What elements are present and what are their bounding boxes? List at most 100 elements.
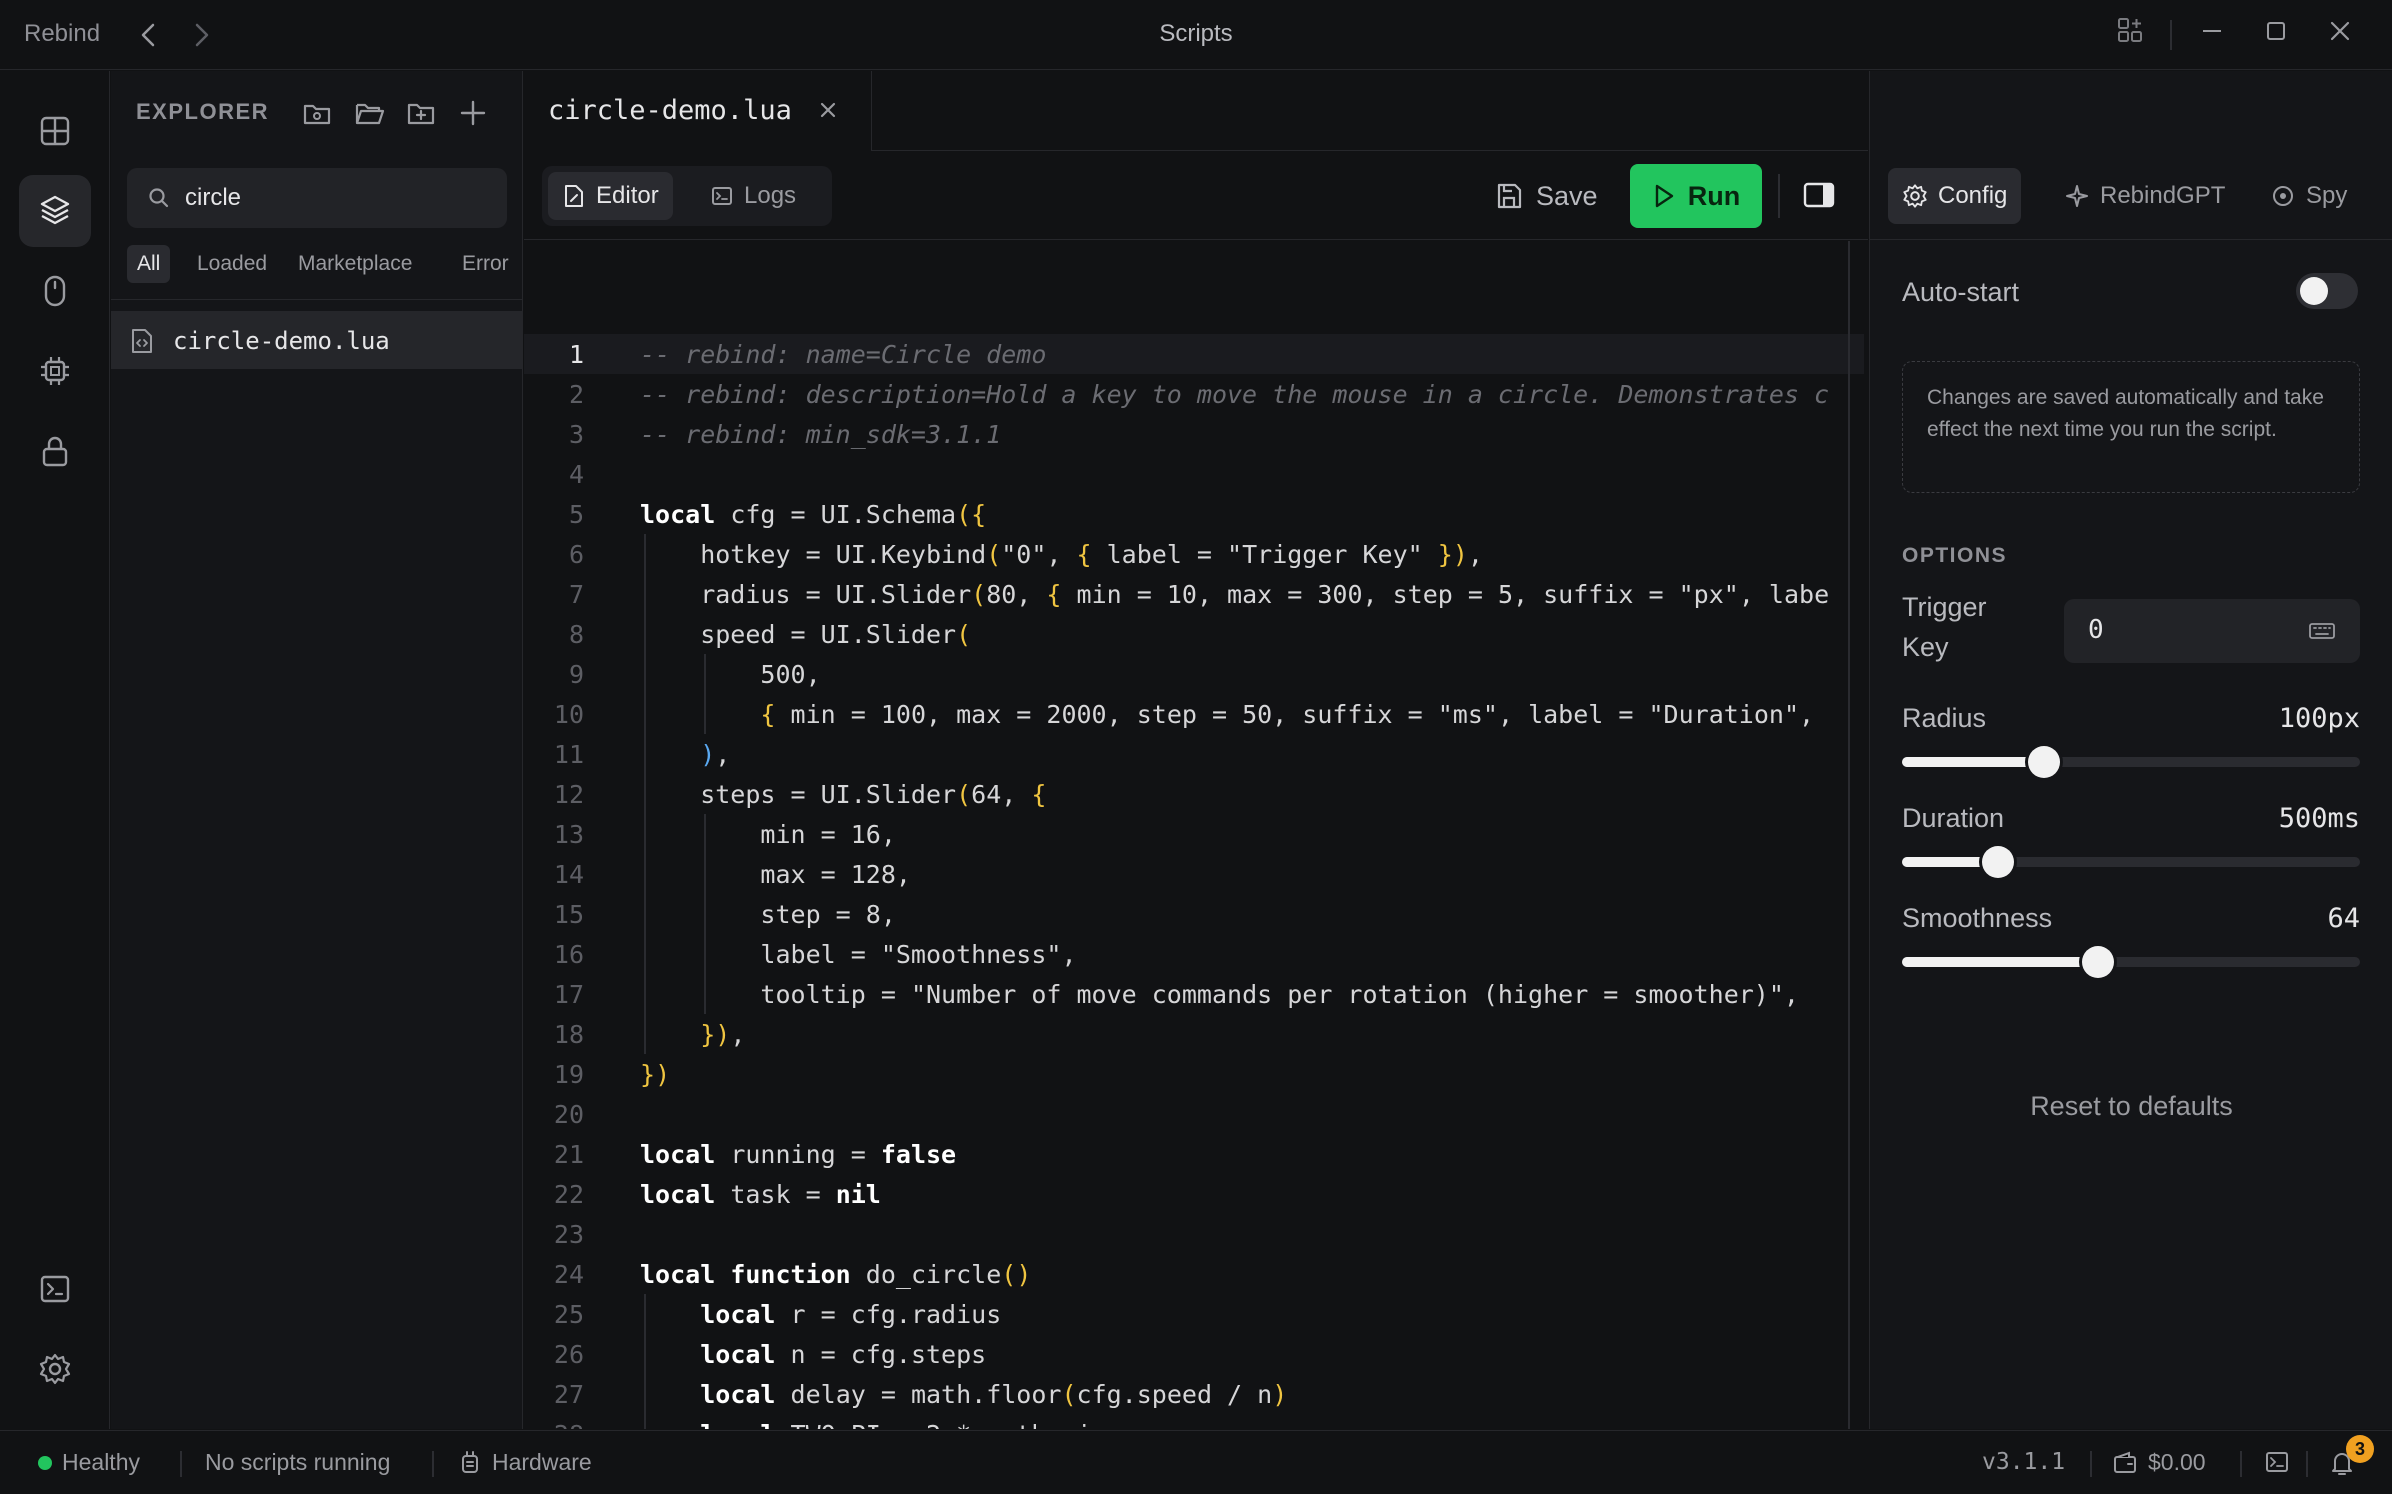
radius-slider[interactable] [1902,746,2360,778]
tab-close-button[interactable] [816,93,840,134]
code-line: }), [700,1020,746,1049]
close-button[interactable] [2320,16,2360,54]
duration-slider[interactable] [1902,846,2360,878]
open-folder-button[interactable] [349,93,389,133]
trigger-key-label: Trigger Key [1902,592,1987,662]
slider-handle[interactable] [2028,746,2061,778]
hardware-label: Hardware [492,1449,592,1475]
activity-hardware[interactable] [19,335,91,407]
scripts-status[interactable]: No scripts running [205,1449,390,1476]
slider-handle[interactable] [2082,946,2115,978]
duration-label: Duration [1902,803,2005,833]
new-folder-button[interactable] [401,93,441,133]
notification-badge: 3 [2346,1435,2374,1463]
line-number: 9 [568,660,584,689]
layout-button[interactable] [2110,16,2150,54]
code-line: 500, [640,660,821,689]
activity-mouse[interactable] [19,255,91,327]
panel-divider [1870,239,2392,240]
indent-guide [704,654,707,694]
panel-tabs: Config RebindGPT Spy [1888,168,2378,228]
radius-value: 100px [2278,703,2360,734]
activity-dashboard[interactable] [19,95,91,167]
trigger-key-field[interactable]: 0 [2064,599,2360,663]
minimize-button[interactable] [2192,16,2232,54]
code-line: min = 16, [640,820,896,849]
tab-circle-demo[interactable]: circle-demo.lua [524,71,872,151]
line-number: 19 [553,1060,584,1089]
version-label: v3.1.1 [1982,1449,2065,1475]
file-item[interactable]: circle-demo.lua [111,311,523,369]
line-number: 2 [568,380,584,409]
indent-guide [644,814,646,854]
code-line: radius = UI.Slider(80, { min = 10, max =… [640,580,1830,609]
run-label: Run [1687,180,1741,211]
activity-scripts[interactable] [19,175,91,247]
code-line: local delay = math.floor(cfg.speed / n) [700,1380,1288,1409]
line-number: 4 [568,460,584,489]
status-bar: Healthy No scripts running Hardware v3.1… [0,1430,2392,1494]
filter-all[interactable]: All [127,245,171,283]
hardware-status[interactable]: Hardware [458,1449,592,1476]
editor-mode-button[interactable]: Editor [548,172,673,220]
status-divider [2240,1451,2242,1477]
logs-mode-button[interactable]: Logs [696,172,810,220]
search-box [127,168,507,228]
indent-guide [644,1014,646,1054]
tab-rebindgpt[interactable]: RebindGPT [2050,168,2239,224]
activity-security[interactable] [19,415,91,487]
gear-icon [1903,184,1927,208]
tab-bar: circle-demo.lua [524,71,1868,151]
filter-loaded[interactable]: Loaded [187,245,277,283]
code-line: local function do_circle() [640,1260,1032,1289]
add-button[interactable] [453,93,493,133]
explorer-title: EXPLORER [136,99,270,124]
code-line: tooltip = "Number of move commands per r… [640,980,1799,1009]
search-input[interactable] [185,180,485,216]
indent-guide [704,974,707,1014]
new-script-button[interactable] [297,93,337,133]
indent-guide [704,694,707,734]
tab-config[interactable]: Config [1888,168,2022,224]
line-number: 7 [568,580,584,609]
folder-open-icon [355,103,385,125]
file-edit-icon [565,185,583,207]
line-number: 23 [553,1220,584,1249]
mode-switch: Editor Logs [542,166,832,226]
reset-defaults-button[interactable]: Reset to defaults [1870,1091,2392,1122]
console-button[interactable] [2264,1449,2290,1475]
line-number: 18 [553,1020,584,1049]
lua-file-icon [132,329,152,353]
code-line: -- rebind: description=Hold a key to mov… [640,380,1830,409]
line-number: 10 [553,700,584,729]
sparkle-icon [2066,185,2088,207]
indent-guide [644,654,646,694]
indent-guide [644,1414,646,1429]
activity-settings[interactable] [19,1333,91,1405]
activity-terminal[interactable] [19,1253,91,1325]
filter-marketplace[interactable]: Marketplace [288,245,422,283]
toggle-panel-button[interactable] [1802,178,1836,217]
config-panel: Config RebindGPT Spy Auto-start Changes … [1869,71,2392,1429]
line-number: 25 [553,1300,584,1329]
status-divider [2306,1451,2308,1477]
run-button[interactable]: Run [1630,164,1762,228]
health-status[interactable]: Healthy [38,1449,140,1476]
save-button[interactable]: Save [1484,166,1608,226]
tab-spy[interactable]: Spy [2256,168,2361,224]
code-line: -- rebind: min_sdk=3.1.1 [640,420,1002,449]
smoothness-label: Smoothness [1902,903,2053,933]
save-label: Save [1536,180,1598,211]
filter-error[interactable]: Error [452,245,519,283]
close-icon [820,102,836,118]
save-icon [1497,183,1522,209]
code-editor[interactable]: 1 -- rebind: name=Circle demo 2 -- rebind: … [524,241,1864,1429]
line-number: 11 [553,740,584,769]
autostart-toggle[interactable] [2296,273,2358,309]
indent-guide [644,734,646,774]
slider-handle[interactable] [1982,846,2015,878]
smoothness-slider[interactable] [1902,946,2360,978]
maximize-button[interactable] [2256,16,2296,54]
wallet-status[interactable]: $0.00 [2112,1449,2206,1476]
scrollbar[interactable] [1848,241,1850,1429]
